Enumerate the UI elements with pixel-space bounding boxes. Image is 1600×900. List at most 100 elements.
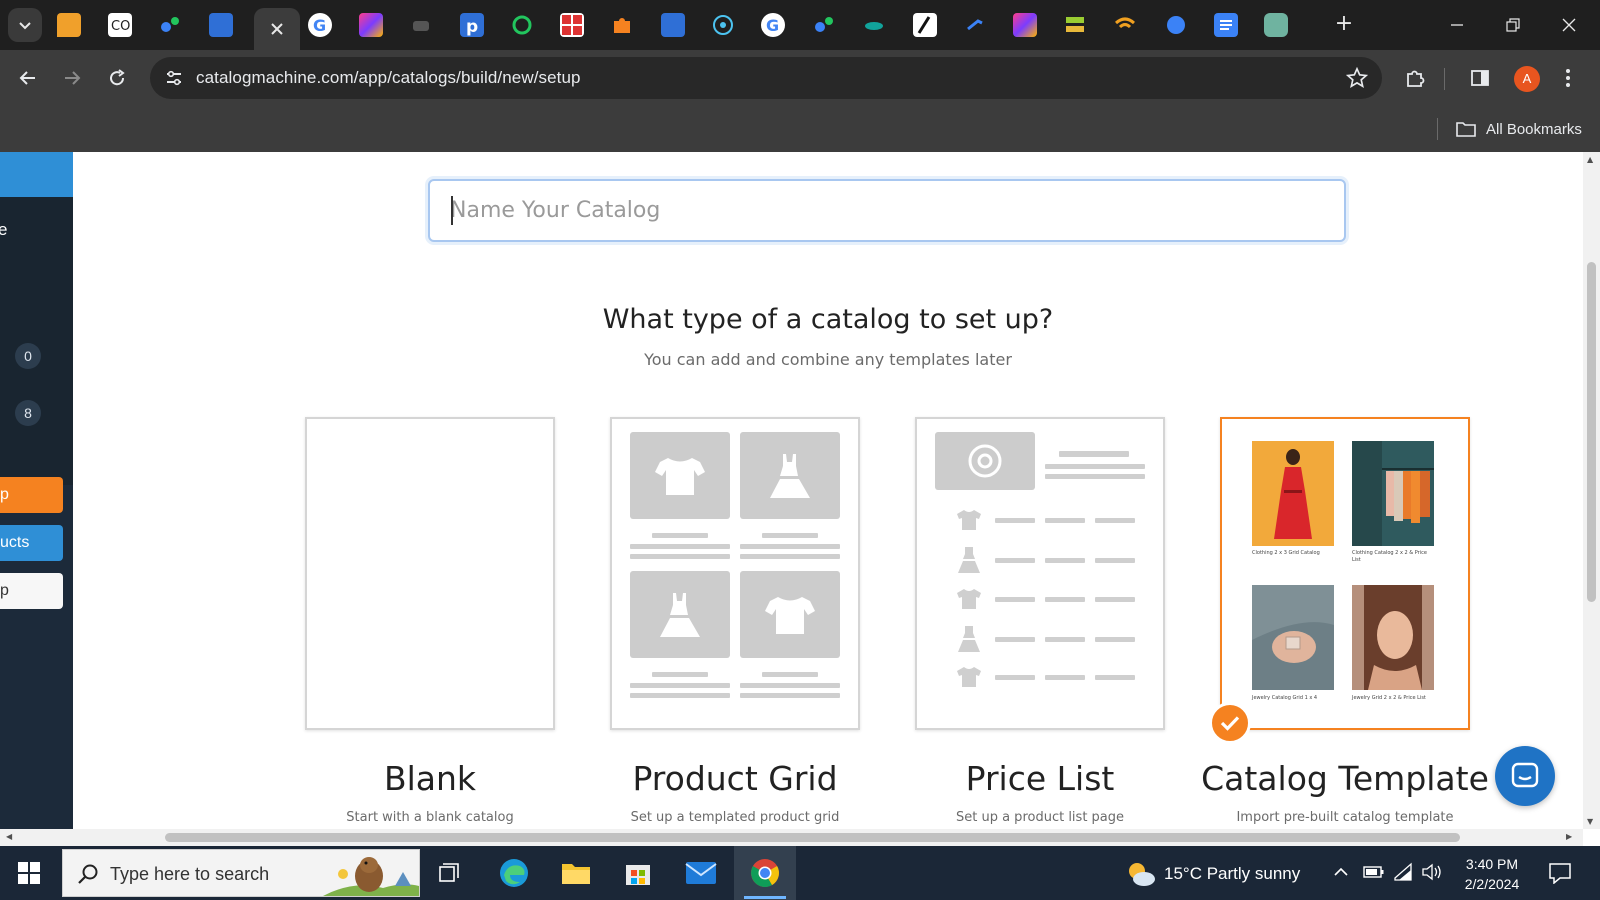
new-tab-button[interactable]: + — [1331, 12, 1357, 38]
infinity-icon: CO — [111, 19, 130, 34]
vertical-scroll-thumb[interactable] — [1587, 262, 1596, 602]
option-card-catalog-template[interactable]: Clothing 2 x 3 Grid Catalog Clothing Cat… — [1220, 417, 1470, 730]
option-title-product-grid[interactable]: Product Grid — [575, 759, 895, 798]
list-row-line — [1095, 597, 1135, 602]
partly-sunny-icon — [1129, 863, 1155, 886]
reload-button[interactable] — [103, 64, 131, 92]
taskbar-search-placeholder: Type here to search — [110, 864, 270, 884]
option-card-blank[interactable] — [305, 417, 555, 730]
template-caption: Jewelry Grid 2 x 2 & Price List — [1352, 695, 1426, 701]
tab-current[interactable] — [254, 8, 300, 50]
option-title-catalog-template[interactable]: Catalog Template — [1185, 759, 1505, 798]
all-bookmarks-button[interactable]: All Bookmarks — [1456, 118, 1582, 140]
tab-favicon-wifi[interactable] — [1113, 13, 1137, 37]
wifi-icon[interactable] — [1393, 862, 1413, 882]
puzzle-icon — [1407, 70, 1425, 87]
scroll-right-arrow-icon[interactable]: ▶ — [1566, 832, 1572, 841]
list-row-line — [1095, 558, 1135, 563]
tab-favicon-atom[interactable] — [711, 13, 735, 37]
tab-favicon-gauge[interactable] — [1164, 13, 1188, 37]
tab-favicon-google[interactable]: G — [308, 13, 332, 37]
sidebar-products-button[interactable]: ucts — [0, 525, 63, 561]
minimize-button[interactable] — [1442, 10, 1472, 40]
tab-favicon-p[interactable]: p — [460, 13, 484, 37]
sidebar-setup-label: p — [0, 486, 9, 503]
tab-favicon-grid[interactable] — [560, 13, 584, 37]
tab-favicon-teal[interactable] — [862, 13, 886, 37]
checkmark-icon — [1220, 716, 1240, 731]
tab-favicon-gradient[interactable] — [359, 13, 383, 37]
taskbar-file-explorer[interactable] — [558, 855, 594, 891]
notifications-icon[interactable] — [1548, 862, 1572, 884]
chrome-icon — [751, 859, 779, 887]
tab-favicon-doc[interactable] — [661, 13, 685, 37]
tab-favicon-blue[interactable] — [209, 13, 233, 37]
clock-date: 2/2/2024 — [1464, 876, 1520, 892]
taskbar-edge[interactable] — [496, 855, 532, 891]
tab-favicon-puzzle[interactable] — [610, 13, 634, 37]
tab-favicon-chat[interactable] — [57, 13, 81, 37]
bookmark-star-icon[interactable] — [1346, 67, 1368, 89]
sidebar-header[interactable] — [0, 152, 73, 197]
option-card-price-list[interactable] — [915, 417, 1165, 730]
profile-avatar[interactable]: A — [1514, 66, 1540, 92]
stack-icon — [1066, 17, 1084, 32]
tab-favicon-infinity[interactable]: CO — [108, 13, 132, 37]
close-icon[interactable] — [270, 22, 284, 36]
extensions-button[interactable] — [1401, 64, 1429, 92]
taskbar-mail[interactable] — [683, 855, 719, 891]
scroll-left-arrow-icon[interactable]: ◀ — [6, 832, 12, 841]
tab-favicon-arrow[interactable] — [963, 13, 987, 37]
taskbar-clock[interactable]: 3:40 PM 2/2/2024 — [1455, 854, 1529, 894]
horizontal-scrollbar[interactable]: ◀ ▶ — [0, 829, 1583, 846]
grid-icon — [562, 15, 582, 35]
close-window-button[interactable] — [1554, 10, 1584, 40]
tab-favicon-robot[interactable] — [409, 13, 433, 37]
vertical-scrollbar[interactable]: ▲ ▼ — [1583, 152, 1600, 829]
tab-favicon-docs[interactable] — [1214, 13, 1238, 37]
bookmarks-bar: All Bookmarks — [0, 106, 1600, 152]
side-panel-button[interactable] — [1466, 64, 1494, 92]
sidebar-help-button[interactable]: p — [0, 573, 63, 609]
forward-button[interactable] — [58, 64, 86, 92]
option-title-blank[interactable]: Blank — [270, 759, 590, 798]
taskbar-store[interactable] — [620, 855, 656, 891]
chevron-up-icon[interactable] — [1333, 865, 1349, 879]
scroll-down-arrow-icon[interactable]: ▼ — [1587, 817, 1593, 826]
battery-icon[interactable] — [1363, 864, 1385, 880]
sidebar-setup-button[interactable]: p — [0, 477, 63, 513]
url-text[interactable]: catalogmachine.com/app/catalogs/build/ne… — [196, 68, 581, 88]
back-button[interactable] — [14, 64, 42, 92]
tab-favicon-google-2[interactable]: G — [761, 13, 785, 37]
volume-icon[interactable] — [1421, 862, 1443, 882]
windows-start-icon[interactable] — [17, 861, 41, 885]
address-bar[interactable]: catalogmachine.com/app/catalogs/build/ne… — [150, 57, 1382, 99]
kebab-menu-icon — [1566, 69, 1570, 87]
tab-search-button[interactable] — [8, 8, 42, 42]
puzzle-icon — [614, 18, 630, 33]
browser-menu-button[interactable] — [1554, 64, 1582, 92]
taskbar-chrome[interactable] — [747, 855, 783, 891]
horizontal-scroll-thumb[interactable] — [165, 833, 1460, 842]
tab-favicon-openai[interactable] — [1264, 13, 1288, 37]
tab-favicon-stack[interactable] — [1063, 13, 1087, 37]
catalog-name-input[interactable] — [428, 179, 1346, 242]
tab-favicon-slash[interactable] — [913, 13, 937, 37]
task-view-button[interactable] — [432, 855, 468, 891]
list-row-line — [1095, 637, 1135, 642]
chat-launcher-button[interactable] — [1495, 746, 1555, 806]
taskbar-weather[interactable]: 15°C Partly sunny — [1126, 860, 1300, 888]
option-card-product-grid[interactable] — [610, 417, 860, 730]
tab-favicon-gradient-2[interactable] — [1013, 13, 1037, 37]
scroll-up-arrow-icon[interactable]: ▲ — [1587, 155, 1593, 164]
tab-favicon-dots-2[interactable] — [812, 13, 836, 37]
site-settings-icon[interactable] — [164, 68, 184, 88]
grid-placeholder-line — [740, 693, 840, 698]
taskbar-search-box[interactable]: Type here to search — [62, 849, 420, 897]
gauge-icon — [1167, 16, 1185, 34]
tab-favicon-dots[interactable] — [158, 13, 182, 37]
option-title-price-list[interactable]: Price List — [880, 759, 1200, 798]
sidebar-fragment-1[interactable]: e — [0, 220, 7, 240]
tab-favicon-q[interactable] — [510, 13, 534, 37]
restore-button[interactable] — [1498, 10, 1528, 40]
